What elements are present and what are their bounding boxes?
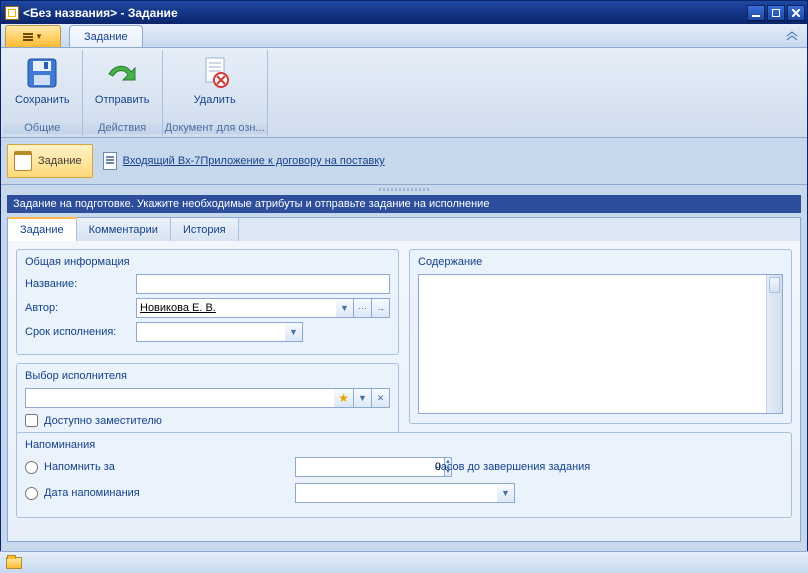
ribbon-group-title: Общие: [3, 120, 82, 134]
ribbon: Сохранить Общие Отправить Действия Удали…: [1, 48, 807, 138]
tab-history[interactable]: История: [171, 218, 239, 242]
group-executor: Выбор исполнителя ★ ▼ ✕ Доступно замести…: [16, 363, 399, 436]
app-icon: [5, 6, 19, 20]
delete-label: Удалить: [194, 94, 236, 106]
remind-date-dropdown-button[interactable]: ▼: [497, 483, 515, 503]
window-title: <Без названия> - Задание: [23, 6, 747, 20]
remind-before-label: Напомнить за: [44, 461, 115, 473]
remind-date-radio[interactable]: [25, 487, 38, 500]
author-label: Автор:: [25, 302, 130, 314]
maximize-button[interactable]: [767, 5, 785, 21]
context-bar: Задание Входящий Вх-7Приложение к догово…: [1, 138, 807, 185]
author-input[interactable]: [136, 298, 336, 318]
author-open-button[interactable]: →: [372, 298, 390, 318]
ribbon-group-document: Удалить Документ для озн...: [163, 50, 268, 136]
minimize-button[interactable]: [747, 5, 765, 21]
ribbon-group-title: Действия: [83, 120, 162, 134]
group-content: Содержание: [409, 249, 792, 424]
close-button[interactable]: [787, 5, 805, 21]
tab-comments[interactable]: Комментарии: [77, 218, 171, 242]
splitter-handle[interactable]: [379, 188, 429, 191]
ribbon-collapse-button[interactable]: [783, 29, 801, 43]
chevron-up-double-icon: [786, 31, 798, 41]
menu-icon: [23, 33, 33, 41]
group-title: Общая информация: [25, 256, 390, 268]
folder-icon[interactable]: [6, 557, 22, 569]
save-button[interactable]: Сохранить: [9, 52, 76, 108]
author-dropdown-button[interactable]: ▼: [336, 298, 354, 318]
attachment-link[interactable]: Входящий Вх-7Приложение к договору на по…: [103, 152, 385, 170]
ribbon-group-title: Документ для озн...: [163, 120, 267, 134]
send-label: Отправить: [95, 94, 150, 106]
attachment-label: Входящий Вх-7Приложение к договору на по…: [123, 155, 385, 167]
save-label: Сохранить: [15, 94, 70, 106]
app-menu-button[interactable]: ▼: [5, 25, 61, 47]
group-reminders: Напоминания Напомнить за ▲ ▼ часов до за…: [16, 432, 792, 518]
deadline-input[interactable]: [136, 322, 285, 342]
executor-favorite-button[interactable]: ★: [334, 388, 354, 408]
executor-dropdown-button[interactable]: ▼: [354, 388, 372, 408]
allow-deputy-checkbox[interactable]: [25, 414, 38, 427]
send-button[interactable]: Отправить: [89, 52, 156, 108]
tab-task[interactable]: Задание: [8, 217, 77, 242]
executor-input[interactable]: [25, 388, 334, 408]
group-title: Выбор исполнителя: [25, 370, 390, 382]
allow-deputy-label: Доступно заместителю: [44, 415, 162, 427]
scrollbar[interactable]: [766, 275, 782, 413]
group-title: Содержание: [418, 256, 783, 268]
info-banner: Задание на подготовке. Укажите необходим…: [7, 195, 801, 213]
title-bar: <Без названия> - Задание: [1, 1, 807, 24]
deadline-dropdown-button[interactable]: ▼: [285, 322, 303, 342]
name-input[interactable]: [136, 274, 390, 294]
scrollbar-thumb[interactable]: [769, 277, 780, 293]
task-context-label: Задание: [38, 155, 82, 167]
clipboard-icon: [14, 151, 32, 171]
document-icon: [103, 152, 117, 170]
executor-clear-button[interactable]: ✕: [372, 388, 390, 408]
status-bar: [0, 551, 808, 573]
group-general: Общая информация Название: Автор: ▼ ··· …: [16, 249, 399, 355]
ribbon-group-common: Сохранить Общие: [3, 50, 83, 136]
remind-before-suffix: часов до завершения задания: [435, 461, 590, 473]
detail-tab-strip: Задание Комментарии История: [8, 217, 800, 241]
deadline-label: Срок исполнения:: [25, 326, 130, 338]
remind-before-hours-input[interactable]: [295, 457, 445, 477]
remind-date-label: Дата напоминания: [44, 487, 140, 499]
task-context-button[interactable]: Задание: [7, 144, 93, 178]
window-controls: [747, 5, 805, 21]
remind-date-input[interactable]: [295, 483, 497, 503]
ribbon-group-actions: Отправить Действия: [83, 50, 163, 136]
name-label: Название:: [25, 278, 130, 290]
remind-before-radio[interactable]: [25, 461, 38, 474]
group-title: Напоминания: [25, 439, 783, 451]
save-icon: [23, 54, 61, 92]
ribbon-tab-task[interactable]: Задание: [69, 25, 143, 47]
delete-button[interactable]: Удалить: [188, 52, 242, 108]
chevron-down-icon: ▼: [35, 32, 43, 41]
content-textarea[interactable]: [418, 274, 783, 414]
detail-panel: Задание Комментарии История Общая информ…: [7, 217, 801, 542]
detail-body: Общая информация Название: Автор: ▼ ··· …: [8, 241, 800, 541]
author-browse-button[interactable]: ···: [354, 298, 372, 318]
delete-icon: [196, 54, 234, 92]
ribbon-tab-strip: ▼ Задание: [1, 24, 807, 48]
send-icon: [103, 54, 141, 92]
